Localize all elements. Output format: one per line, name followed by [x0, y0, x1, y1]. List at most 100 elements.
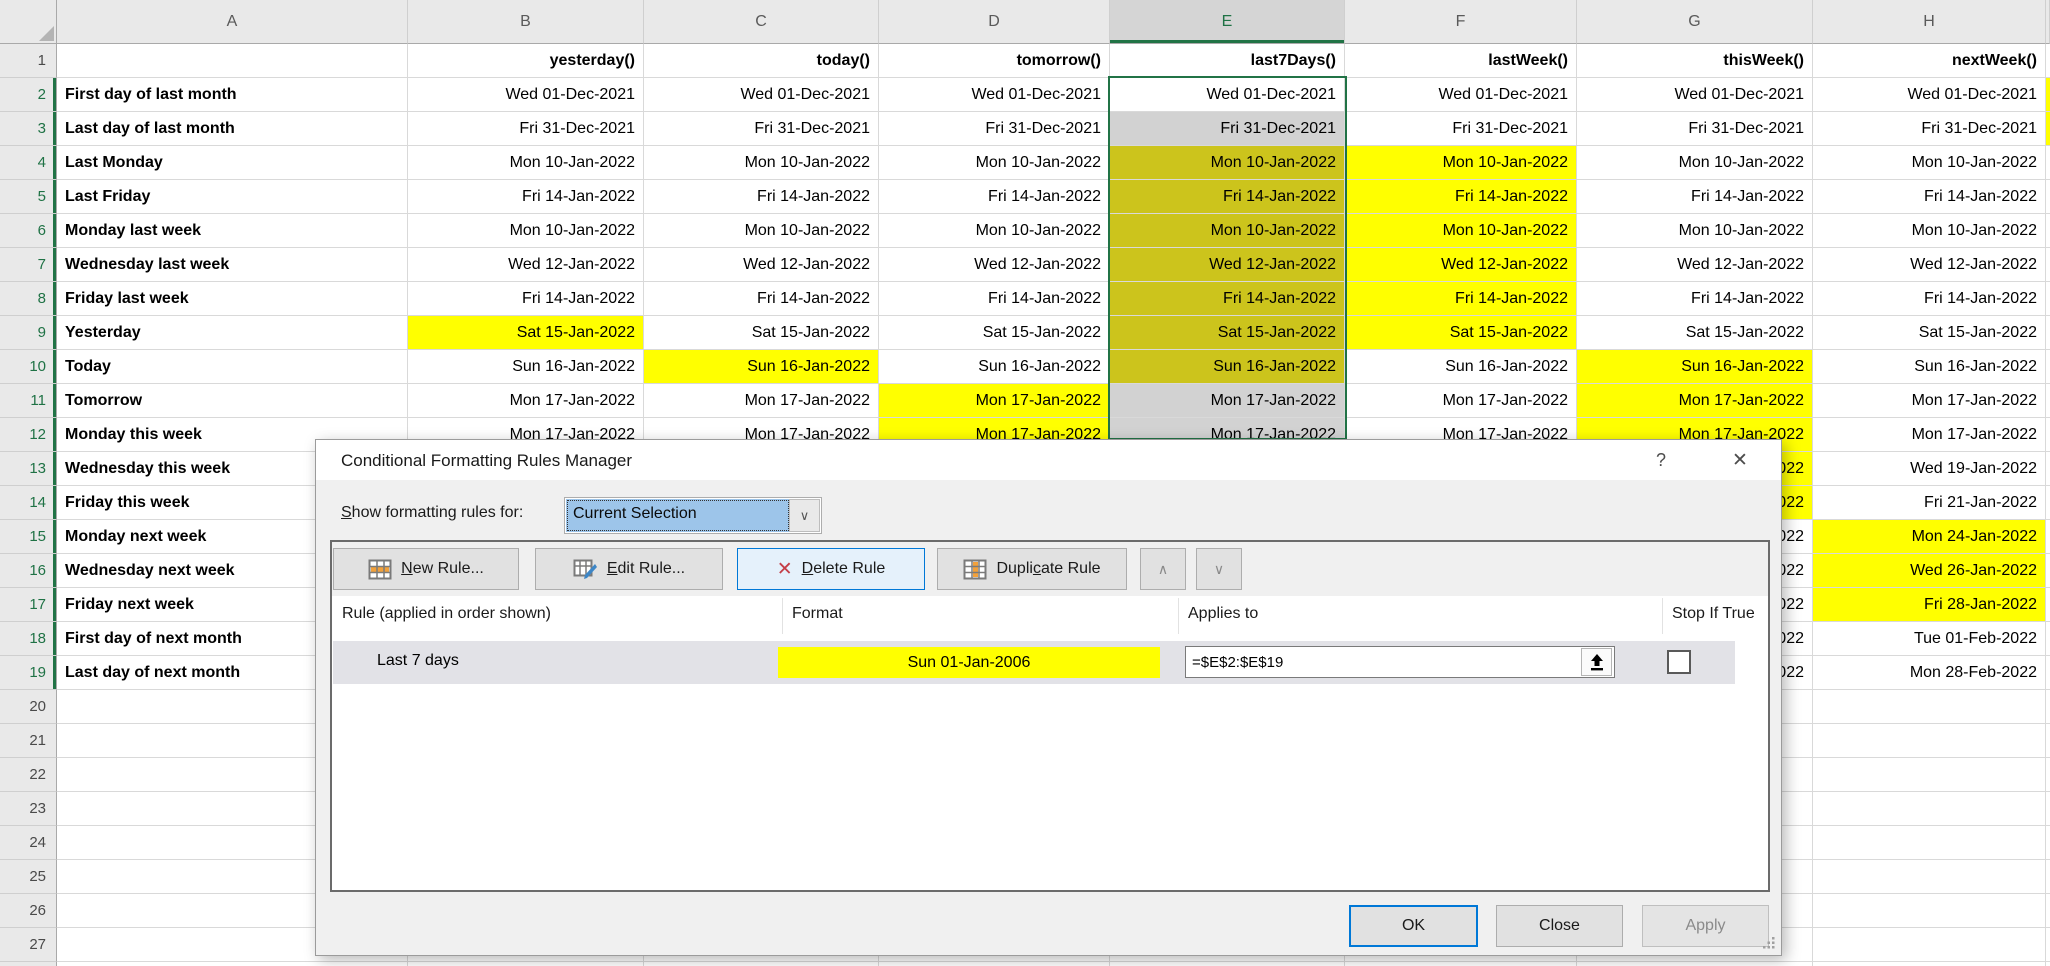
cell[interactable]: Fri 14-Jan-2022 — [1345, 282, 1577, 316]
close-button[interactable]: Close — [1496, 905, 1623, 947]
cell[interactable]: Mon 28-Feb-2022 — [1813, 656, 2046, 690]
row-label-cell[interactable]: Monday last week — [57, 214, 408, 248]
cell[interactable]: Sat 15-Jan-2022 — [644, 316, 879, 350]
cell[interactable]: Fri 14-Jan-2022 — [644, 180, 879, 214]
column-header-h[interactable]: H — [1813, 0, 2046, 44]
cell[interactable]: Mon 10-Jan-2022 — [644, 146, 879, 180]
cell[interactable] — [408, 962, 644, 966]
partial-cell[interactable] — [2046, 316, 2050, 350]
cell[interactable]: Wed 19-Jan-2022 — [1813, 452, 2046, 486]
column-header-b[interactable]: B — [408, 0, 644, 44]
cell[interactable] — [1345, 962, 1577, 966]
cell[interactable]: Sun 16-Jan-2022 — [644, 350, 879, 384]
cell[interactable]: Mon 17-Jan-2022 — [1813, 384, 2046, 418]
row-label-cell[interactable]: First day of last month — [57, 78, 408, 112]
row-header-24[interactable]: 24 — [0, 826, 57, 860]
row-label-cell[interactable]: Friday last week — [57, 282, 408, 316]
close-icon[interactable]: ✕ — [1722, 449, 1758, 473]
cell[interactable]: Sun 16-Jan-2022 — [1110, 350, 1345, 384]
edit-rule-button[interactable]: Edit Rule... — [535, 548, 723, 590]
row-header-5[interactable]: 5 — [0, 180, 57, 214]
cell[interactable]: Fri 31-Dec-2021 — [1813, 112, 2046, 146]
cell[interactable]: Mon 17-Jan-2022 — [1345, 384, 1577, 418]
cell[interactable]: Sat 15-Jan-2022 — [1345, 316, 1577, 350]
cell[interactable] — [1813, 724, 2046, 758]
move-rule-down-button[interactable]: ∨ — [1196, 548, 1242, 590]
cell[interactable]: Sun 16-Jan-2022 — [408, 350, 644, 384]
row-label-cell[interactable]: Last day of last month — [57, 112, 408, 146]
row-header-13[interactable]: 13 — [0, 452, 57, 486]
row-label-cell[interactable] — [57, 44, 408, 78]
partial-cell[interactable] — [2046, 826, 2050, 860]
row-header-4[interactable]: 4 — [0, 146, 57, 180]
function-header-cell[interactable]: nextWeek() — [1813, 44, 2046, 78]
function-header-cell[interactable]: lastWeek() — [1345, 44, 1577, 78]
partial-cell[interactable] — [2046, 554, 2050, 588]
collapse-dialog-button[interactable] — [1581, 648, 1612, 676]
row-header-25[interactable]: 25 — [0, 860, 57, 894]
partial-cell[interactable] — [2046, 452, 2050, 486]
cell[interactable]: Fri 14-Jan-2022 — [1110, 282, 1345, 316]
cell[interactable]: Fri 31-Dec-2021 — [644, 112, 879, 146]
function-header-cell[interactable]: thisWeek() — [1577, 44, 1813, 78]
active-cell[interactable]: Wed 01-Dec-2021 — [1110, 78, 1345, 112]
partial-cell[interactable] — [2046, 418, 2050, 452]
cell[interactable]: Fri 21-Jan-2022 — [1813, 486, 2046, 520]
partial-cell[interactable] — [2046, 690, 2050, 724]
cell[interactable]: Wed 01-Dec-2021 — [879, 78, 1110, 112]
row-header-21[interactable]: 21 — [0, 724, 57, 758]
row-header-14[interactable]: 14 — [0, 486, 57, 520]
cell[interactable]: Tue 01-Feb-2022 — [1813, 622, 2046, 656]
cell[interactable] — [644, 962, 879, 966]
select-all-corner[interactable] — [0, 0, 57, 44]
row-header-11[interactable]: 11 — [0, 384, 57, 418]
partial-cell[interactable] — [2046, 962, 2050, 966]
cell[interactable]: Fri 31-Dec-2021 — [408, 112, 644, 146]
row-header-2[interactable]: 2 — [0, 78, 57, 112]
cell[interactable]: Mon 10-Jan-2022 — [1813, 214, 2046, 248]
cell[interactable]: Fri 14-Jan-2022 — [1813, 180, 2046, 214]
partial-cell[interactable] — [2046, 214, 2050, 248]
row-header-10[interactable]: 10 — [0, 350, 57, 384]
row-header-19[interactable]: 19 — [0, 656, 57, 690]
cell[interactable]: Mon 10-Jan-2022 — [1345, 214, 1577, 248]
cell[interactable]: Sun 16-Jan-2022 — [1577, 350, 1813, 384]
cell[interactable]: Wed 12-Jan-2022 — [1345, 248, 1577, 282]
cell[interactable]: Mon 17-Jan-2022 — [644, 384, 879, 418]
applies-to-input[interactable] — [1185, 646, 1615, 678]
cell[interactable]: Sun 16-Jan-2022 — [1813, 350, 2046, 384]
cell[interactable]: Fri 14-Jan-2022 — [408, 180, 644, 214]
partial-cell[interactable] — [2046, 792, 2050, 826]
cell[interactable]: Fri 14-Jan-2022 — [644, 282, 879, 316]
row-header-1[interactable]: 1 — [0, 44, 57, 78]
cell[interactable] — [1110, 962, 1345, 966]
row-header-26[interactable]: 26 — [0, 894, 57, 928]
column-header-e[interactable]: E — [1110, 0, 1345, 44]
partial-cell[interactable] — [2046, 588, 2050, 622]
row-header-20[interactable]: 20 — [0, 690, 57, 724]
partial-cell[interactable] — [2046, 724, 2050, 758]
row-header-17[interactable]: 17 — [0, 588, 57, 622]
help-icon[interactable]: ? — [1644, 450, 1678, 474]
cell[interactable]: Mon 17-Jan-2022 — [1110, 384, 1345, 418]
cell[interactable] — [1813, 894, 2046, 928]
cell[interactable]: Mon 17-Jan-2022 — [1577, 384, 1813, 418]
row-header-7[interactable]: 7 — [0, 248, 57, 282]
chevron-down-icon[interactable]: ∨ — [789, 499, 820, 532]
column-header-i[interactable] — [2046, 0, 2050, 44]
row-header-6[interactable]: 6 — [0, 214, 57, 248]
cell[interactable]: Fri 31-Dec-2021 — [1345, 112, 1577, 146]
partial-cell[interactable] — [2046, 656, 2050, 690]
partial-cell[interactable] — [2046, 180, 2050, 214]
function-header-cell[interactable]: today() — [644, 44, 879, 78]
cell[interactable] — [1813, 690, 2046, 724]
cell[interactable]: Sat 15-Jan-2022 — [408, 316, 644, 350]
partial-cell[interactable] — [2046, 282, 2050, 316]
row-label-cell[interactable]: Today — [57, 350, 408, 384]
cell[interactable]: Wed 12-Jan-2022 — [1110, 248, 1345, 282]
cell[interactable]: Wed 01-Dec-2021 — [644, 78, 879, 112]
row-label-cell[interactable]: Tomorrow — [57, 384, 408, 418]
function-header-cell[interactable]: tomorrow() — [879, 44, 1110, 78]
cell[interactable]: Sat 15-Jan-2022 — [1577, 316, 1813, 350]
cell[interactable]: Mon 10-Jan-2022 — [1110, 214, 1345, 248]
